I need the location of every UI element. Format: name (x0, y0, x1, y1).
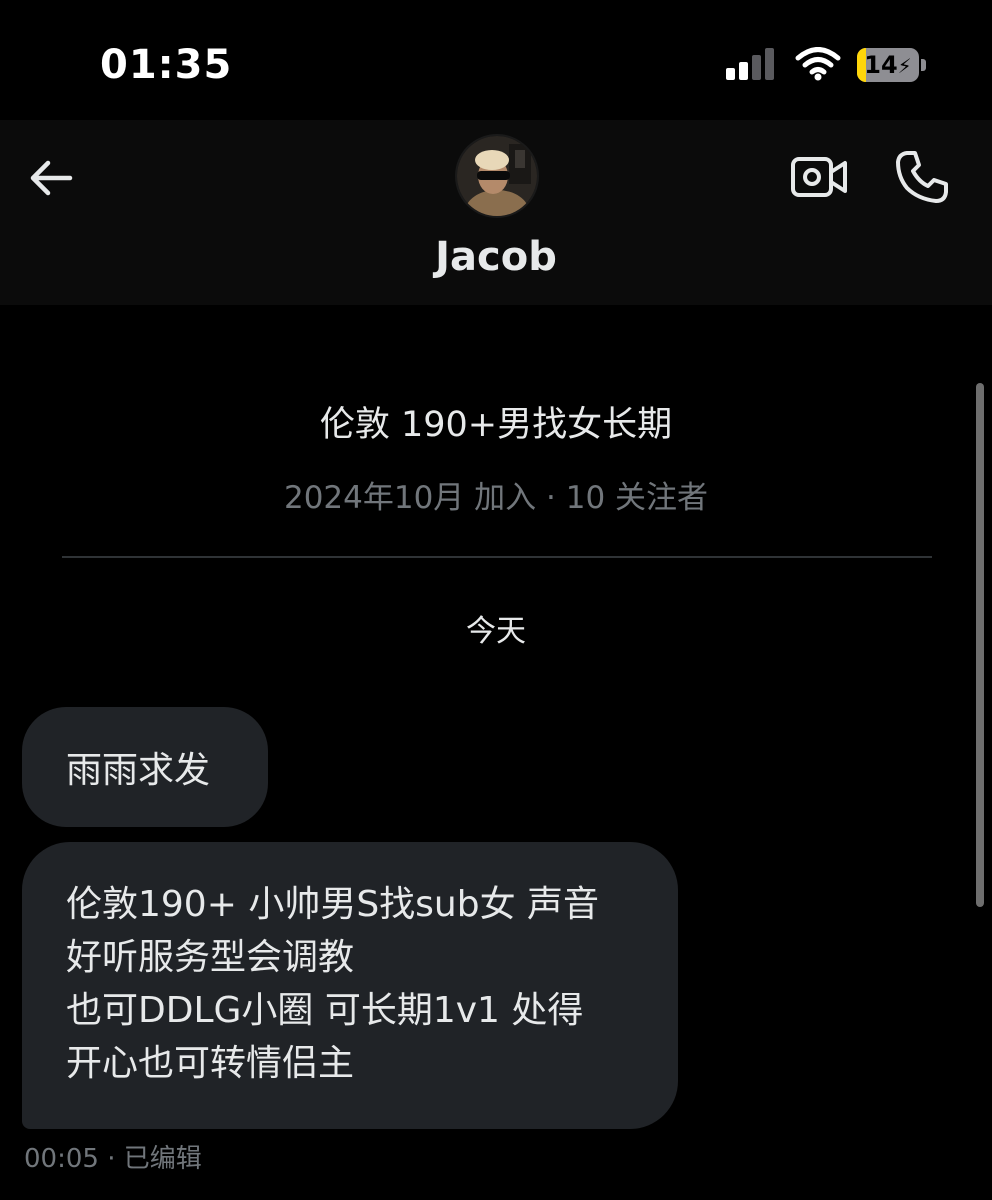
battery-charging-icon: 14⚡ (857, 48, 927, 84)
message-text-line: 也可DDLG小圈 可长期1v1 处得 (66, 990, 584, 1031)
status-bar: 01:35 14⚡ (0, 0, 992, 120)
status-time: 01:35 (100, 42, 233, 88)
back-arrow-icon[interactable] (26, 152, 78, 204)
profile-meta: 2024年10月 加入 · 10 关注者 (283, 480, 709, 516)
cellular-signal-icon (726, 48, 774, 80)
date-separator: 今天 (466, 614, 526, 649)
contact-name[interactable]: Jacob (0, 234, 992, 280)
message-text-line: 好听服务型会调教 (66, 937, 355, 978)
wifi-icon (795, 47, 841, 81)
message-text-line: 伦敦190+ 小帅男S找sub女 声音 (66, 884, 600, 925)
message-bubble[interactable]: 伦敦190+ 小帅男S找sub女 声音 好听服务型会调教 也可DDLG小圈 可长… (22, 842, 678, 1129)
battery-percentage: 14⚡ (864, 51, 912, 79)
avatar[interactable] (455, 134, 539, 218)
phone-call-icon[interactable] (893, 148, 951, 206)
message-text: 雨雨求发 (66, 750, 211, 791)
profile-bio: 伦敦 190+男找女长期 (319, 405, 673, 445)
conversation-header: Jacob (0, 120, 992, 305)
video-call-icon[interactable] (790, 152, 848, 202)
message-text-line: 开心也可转情侣主 (66, 1043, 355, 1084)
divider (62, 556, 932, 558)
message-timestamp: 00:05 · 已编辑 (24, 1144, 202, 1174)
message-bubble[interactable]: 雨雨求发 (22, 707, 268, 827)
